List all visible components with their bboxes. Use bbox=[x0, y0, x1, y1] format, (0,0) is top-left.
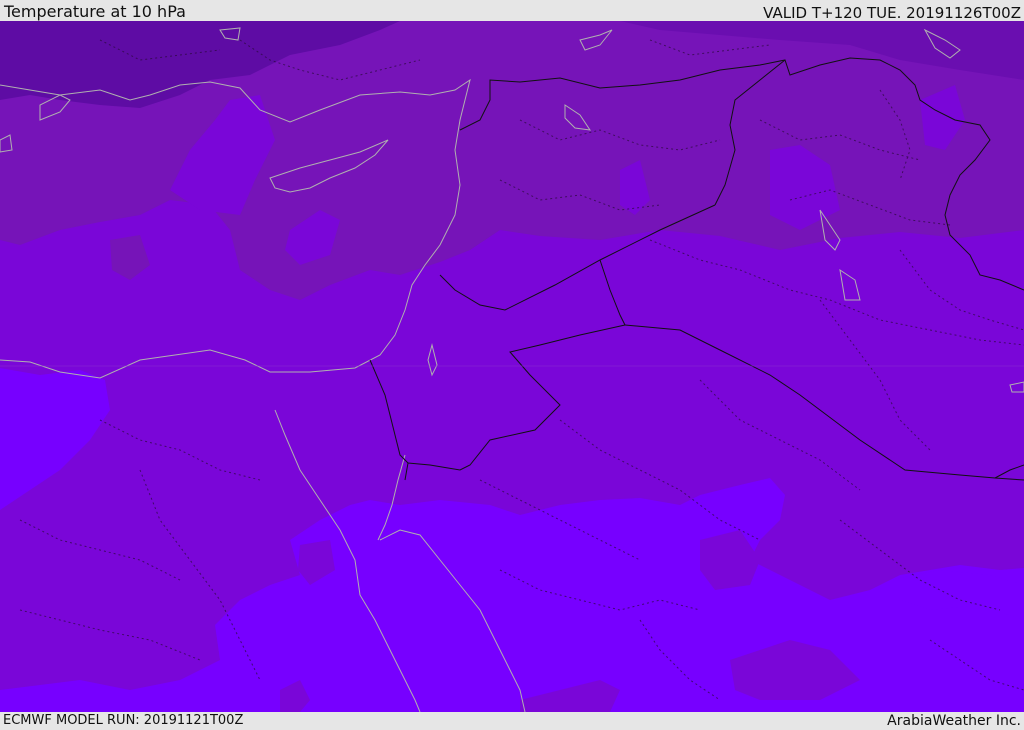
temperature-map bbox=[0, 21, 1024, 712]
model-run-label: ECMWF MODEL RUN: 20191121T00Z bbox=[3, 713, 244, 728]
footer-bar: ECMWF MODEL RUN: 20191121T00Z ArabiaWeat… bbox=[0, 712, 1024, 729]
header-bar: Temperature at 10 hPa VALID T+120 TUE. 2… bbox=[0, 0, 1024, 22]
map-title: Temperature at 10 hPa bbox=[4, 2, 186, 21]
map-canvas bbox=[0, 21, 1024, 712]
credit-label: ArabiaWeather Inc. bbox=[887, 713, 1021, 729]
valid-time-label: VALID T+120 TUE. 20191126T00Z bbox=[763, 4, 1021, 22]
